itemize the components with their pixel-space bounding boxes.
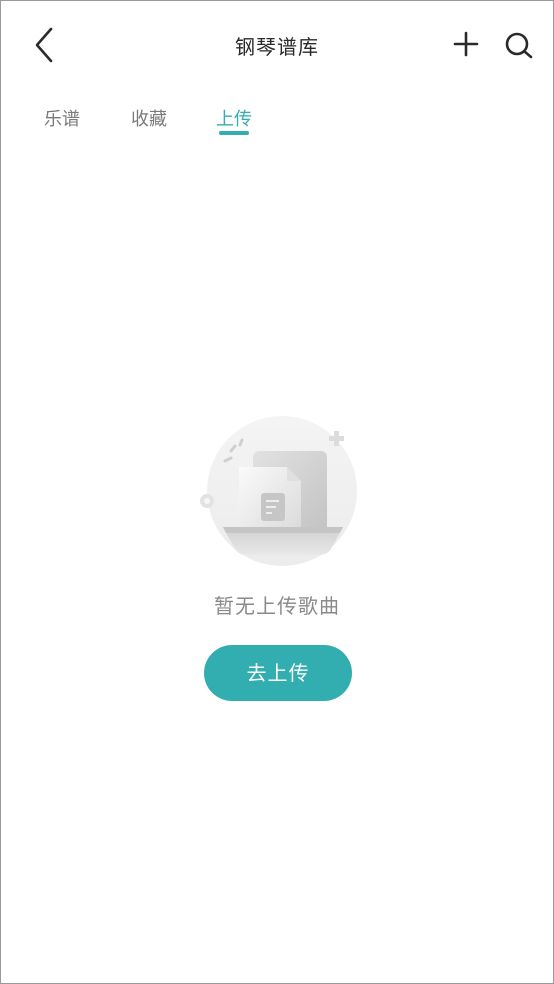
empty-document-icon — [193, 413, 363, 573]
plus-icon — [453, 31, 479, 57]
search-icon — [505, 32, 533, 59]
app-screen: 钢琴谱库 乐谱 收藏 上传 暂无上传歌曲 去上传 — [0, 0, 554, 984]
go-upload-button[interactable]: 去上传 — [204, 645, 352, 701]
header-bar: 钢琴谱库 — [1, 1, 553, 89]
tab-favorites[interactable]: 收藏 — [131, 105, 167, 131]
tab-bar: 乐谱 收藏 上传 — [1, 97, 553, 147]
empty-state-message: 暂无上传歌曲 — [214, 594, 340, 618]
search-button[interactable] — [501, 27, 537, 63]
active-tab-indicator — [219, 131, 249, 135]
tab-uploads[interactable]: 上传 — [216, 105, 252, 131]
add-button[interactable] — [449, 27, 483, 61]
tab-sheet-music[interactable]: 乐谱 — [44, 105, 80, 131]
